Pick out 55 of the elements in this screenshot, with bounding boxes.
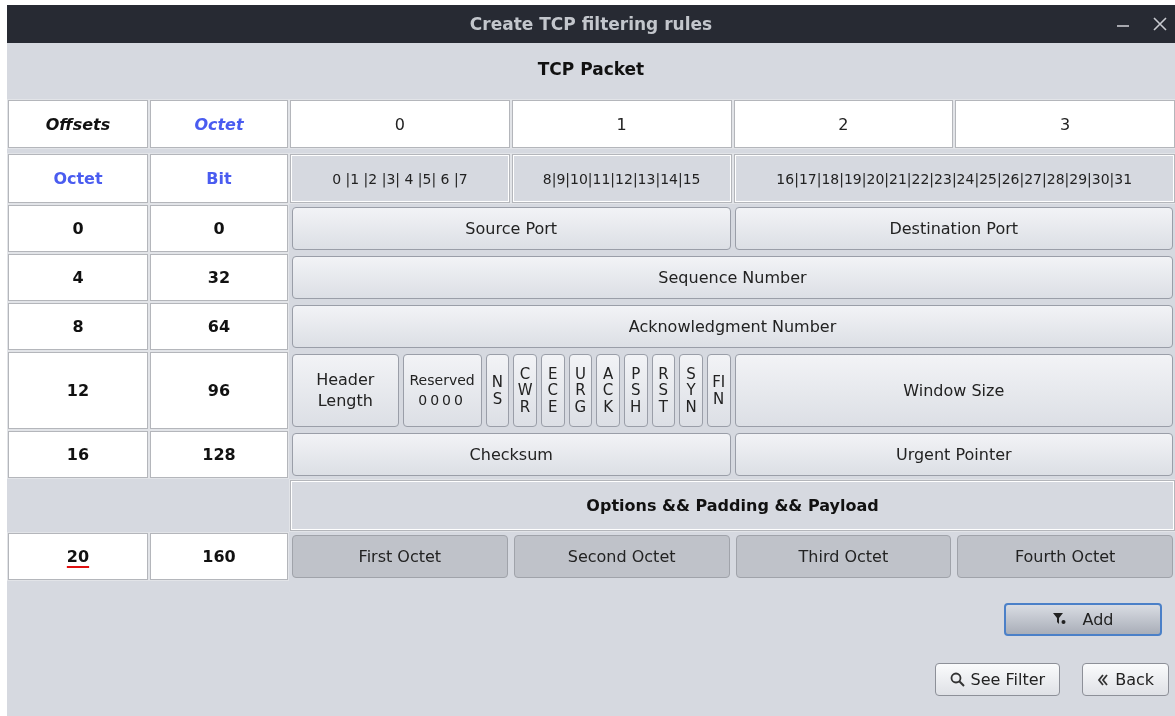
back-button[interactable]: Back: [1082, 663, 1169, 696]
flag-button[interactable]: NS: [485, 354, 510, 427]
table-cell: 0: [8, 205, 148, 252]
double-chevron-icon: [1097, 673, 1110, 686]
field-button[interactable]: Sequence Number: [292, 256, 1173, 299]
table-cell: 16: [8, 431, 148, 478]
table-cell: 8: [8, 303, 148, 350]
section-title: TCP Packet: [537, 59, 645, 79]
flag-button[interactable]: FIN: [706, 354, 731, 427]
field-button[interactable]: Header Length: [292, 354, 399, 427]
flag-button[interactable]: SYN: [679, 354, 703, 427]
add-button[interactable]: Add: [1004, 603, 1162, 636]
table-cell: Bit: [150, 154, 288, 203]
field-button[interactable]: Window Size: [734, 354, 1173, 427]
flag-button[interactable]: RST: [651, 354, 676, 427]
table-cell: 12: [8, 352, 148, 429]
flag-button[interactable]: URG: [568, 354, 593, 427]
table-cell: Octet: [8, 154, 148, 203]
flag-button[interactable]: PSH: [623, 354, 648, 427]
offset-value: 20: [66, 547, 90, 566]
table-cell: 16|17|18|19|20|21|22|23|24|25|26|27|28|29|30|31: [733, 154, 1175, 203]
octet-button[interactable]: Second Octet: [513, 535, 730, 578]
see-filter-button[interactable]: See Filter: [934, 663, 1061, 696]
table-cell: Options && Padding && Payload: [290, 480, 1175, 531]
table-cell: 3: [955, 100, 1175, 148]
field-button[interactable]: Reserved 0000: [402, 354, 482, 427]
filter-icon: [1052, 613, 1067, 626]
table-cell: 0: [150, 205, 288, 252]
octet-button[interactable]: Third Octet: [735, 535, 952, 578]
table-cell: 32: [150, 254, 288, 301]
table-cell: 8|9|10|11|12|13|14|15: [511, 154, 732, 203]
flag-button[interactable]: ACK: [596, 354, 620, 427]
table-cell: 4: [8, 254, 148, 301]
flag-button[interactable]: ECE: [540, 354, 565, 427]
field-button[interactable]: Urgent Pointer: [734, 433, 1173, 476]
field-button[interactable]: Checksum: [292, 433, 731, 476]
table-cell: 96: [150, 352, 288, 429]
octet-button[interactable]: First Octet: [292, 535, 508, 578]
table-cell: Octet: [150, 100, 288, 148]
table-cell: 2: [733, 100, 954, 148]
flag-button[interactable]: CWR: [513, 354, 537, 427]
table-cell: 0: [290, 100, 510, 148]
field-button[interactable]: Source Port: [292, 207, 731, 250]
close-icon[interactable]: [1153, 17, 1167, 31]
window-title: Create TCP filtering rules: [469, 14, 713, 34]
table-cell: 160: [150, 533, 288, 580]
table-cell: 64: [150, 303, 288, 350]
octet-button[interactable]: Fourth Octet: [957, 535, 1173, 578]
table-cell: 0 |1 |2 |3| 4 |5| 6 |7: [290, 154, 510, 203]
table-cell: 1: [511, 100, 732, 148]
table-cell: Offsets: [8, 100, 148, 148]
table-cell: 128: [150, 431, 288, 478]
search-icon: [949, 672, 965, 687]
field-button[interactable]: Acknowledgment Number: [292, 305, 1173, 348]
field-button[interactable]: Destination Port: [734, 207, 1173, 250]
